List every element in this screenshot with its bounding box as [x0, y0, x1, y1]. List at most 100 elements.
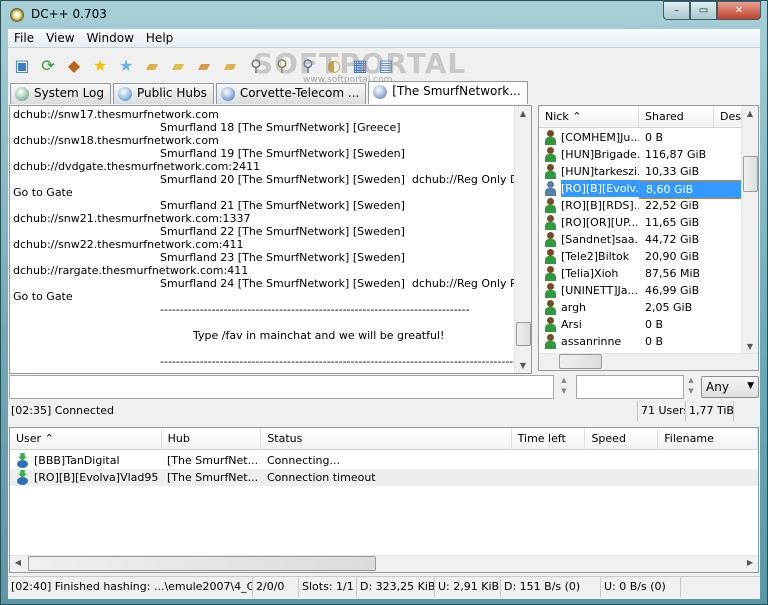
- user-nick: [RO][B][RDS]...: [561, 199, 639, 212]
- minimize-button[interactable]: –: [663, 1, 690, 20]
- favorite-users-button[interactable]: ★: [116, 55, 136, 75]
- transfers-hscrollbar[interactable]: ◀ ▶: [10, 555, 758, 572]
- finished-uploads-icon: ▰: [223, 55, 237, 75]
- user-shared: 0 B: [645, 318, 664, 331]
- scroll-up-arrow[interactable]: ▲: [742, 109, 758, 118]
- upload-queue-button[interactable]: ▰: [194, 55, 214, 75]
- scroll-thumb[interactable]: [28, 556, 376, 571]
- tab-label: Public Hubs: [137, 86, 207, 100]
- public-hubs-icon: ▣: [14, 55, 30, 75]
- userlist-vscrollbar[interactable]: ▲ ▼: [741, 106, 758, 354]
- user-icon-body: [545, 205, 556, 213]
- chat-input[interactable]: [9, 375, 554, 399]
- user-icon-body: [545, 290, 556, 298]
- user-icon-body: [545, 256, 556, 264]
- user-icon: [544, 215, 556, 230]
- user-row[interactable]: [Telia]Xioh 87,56 MiB: [539, 265, 743, 282]
- main-window: DC++ 0.703 – ▭ ✕ File View Window Help ▣…: [0, 0, 768, 605]
- filter-select[interactable]: Any ▼: [701, 376, 759, 398]
- chat-line: Smurfland 18 [The SmurfNetwork] [Greece]: [160, 121, 401, 134]
- maximize-button[interactable]: ▭: [690, 1, 717, 20]
- user-row[interactable]: Arsi 0 B: [539, 316, 743, 333]
- scroll-thumb[interactable]: [559, 354, 602, 369]
- favorite-hubs-button[interactable]: ★: [90, 55, 110, 75]
- user-row[interactable]: [RO][B][RDS]... 22,52 GiB: [539, 197, 743, 214]
- download-icon: [16, 470, 29, 485]
- finished-uploads-button[interactable]: ▰: [220, 55, 240, 75]
- chat-scrollbar[interactable]: ▲ ▼: [514, 106, 531, 373]
- user-shared: 87,56 MiB: [645, 267, 701, 280]
- chat-line: dchub://dvdgate.thesmurfnetwork.com:2411: [13, 160, 261, 173]
- column-status[interactable]: Status: [261, 428, 512, 449]
- menu-help[interactable]: Help: [140, 29, 179, 47]
- user-shared: 0 B: [645, 131, 664, 144]
- globe: [17, 477, 28, 485]
- user-nick: [UNINETT]Ja...: [561, 284, 639, 297]
- menu-window[interactable]: Window: [81, 29, 140, 47]
- scroll-right-arrow[interactable]: ▶: [742, 558, 758, 567]
- user-shared: 46,99 GiB: [645, 284, 700, 297]
- column-shared[interactable]: Shared: [639, 106, 714, 127]
- upload-queue-icon: ▰: [197, 55, 211, 75]
- chat-input-spinner[interactable]: ▲ ▼: [556, 375, 572, 399]
- user-icon: [544, 317, 556, 332]
- follow-redirect-button[interactable]: ◆: [64, 55, 84, 75]
- tab-3[interactable]: [The SmurfNetwork...: [368, 81, 528, 104]
- user-row[interactable]: [UNINETT]Ja... 46,99 GiB: [539, 282, 743, 299]
- hub-user-count: 71 Users: [638, 401, 686, 422]
- user-row[interactable]: [Tele2]Biltok 20,90 GiB: [539, 248, 743, 265]
- transfer-row[interactable]: [BBB]TanDigital [The SmurfNet... Connectin…: [10, 452, 758, 469]
- scroll-up-arrow[interactable]: ▲: [515, 109, 531, 118]
- tab-icon: [220, 87, 235, 101]
- menu-file[interactable]: File: [8, 29, 40, 47]
- tab-icon: [118, 87, 132, 101]
- filter-input[interactable]: [576, 375, 684, 399]
- filter-spinner[interactable]: ▲ ▼: [683, 375, 699, 399]
- chat-line: Smurfland 22 [The SmurfNetwork] [Sweden]: [160, 225, 405, 238]
- scroll-left-arrow[interactable]: ◀: [10, 558, 26, 567]
- user-row[interactable]: [HUN]tarkeszi... 10,33 GiB: [539, 163, 743, 180]
- finished-downloads-button[interactable]: ▰: [168, 55, 188, 75]
- tab-0[interactable]: System Log: [10, 83, 111, 104]
- tab-1[interactable]: Public Hubs: [113, 83, 214, 104]
- user-row[interactable]: [HUN]Brigade... 116,87 GiB: [539, 146, 743, 163]
- user-icon-head: [547, 283, 554, 290]
- transfer-row[interactable]: [RO][B][Evolva]Vlad95 [The SmurfNet... Con…: [10, 469, 758, 486]
- tab-2[interactable]: Corvette-Telecom ...: [215, 83, 367, 104]
- user-row[interactable]: [Sandnet]saa... 44,72 GiB: [539, 231, 743, 248]
- column-user[interactable]: User ⌃: [10, 428, 162, 449]
- user-icon-head: [547, 147, 554, 154]
- chat-area[interactable]: dchub://snw17.thesmurfnetwork.com Smurfla…: [9, 105, 532, 374]
- scroll-down-arrow[interactable]: ▼: [515, 361, 531, 370]
- filter-select-value: Any: [706, 380, 729, 394]
- column-time-left[interactable]: Time left: [512, 428, 586, 449]
- column-filename[interactable]: Filename: [658, 428, 758, 449]
- user-row[interactable]: [RO][OR][UP... 11,65 GiB: [539, 214, 743, 231]
- user-row[interactable]: argh 2,05 GiB: [539, 299, 743, 316]
- column-hub[interactable]: Hub: [162, 428, 262, 449]
- user-nick: [HUN]Brigade...: [561, 148, 639, 161]
- user-nick: [Telia]Xioh: [561, 267, 619, 280]
- menu-view[interactable]: View: [40, 29, 80, 47]
- public-hubs-button[interactable]: ▣: [12, 55, 32, 75]
- column-nick[interactable]: Nick ⌃: [539, 106, 639, 127]
- userlist-hscrollbar[interactable]: [539, 353, 758, 370]
- user-row[interactable]: [COMHEM]Ju... 0 B: [539, 129, 743, 146]
- user-row[interactable]: [RO][B][Evolv... 8,60 GiB: [539, 180, 743, 199]
- transfer-user: [BBB]TanDigital: [34, 454, 120, 467]
- column-speed[interactable]: Speed: [585, 428, 659, 449]
- window-title: DC++ 0.703: [31, 7, 107, 21]
- user-row[interactable]: assanrinne 0 B: [539, 333, 743, 350]
- transfers-list: User ⌃ Hub Status Time left Speed Filena…: [9, 427, 759, 573]
- user-icon-body: [545, 188, 556, 196]
- scroll-thumb[interactable]: [743, 156, 758, 192]
- user-icon: [544, 130, 556, 145]
- chat-line: Smurfland 24 [The SmurfNetwork] [Sweden]…: [160, 277, 532, 290]
- chat-line: ----------------------------------------…: [160, 303, 470, 316]
- close-button[interactable]: ✕: [717, 1, 761, 20]
- download-queue-button[interactable]: ▰: [142, 55, 162, 75]
- scroll-thumb[interactable]: [516, 322, 531, 346]
- scroll-down-arrow[interactable]: ▼: [742, 342, 758, 351]
- user-nick: [RO][B][Evolv...: [561, 180, 639, 197]
- reconnect-button[interactable]: ⟳: [38, 55, 58, 75]
